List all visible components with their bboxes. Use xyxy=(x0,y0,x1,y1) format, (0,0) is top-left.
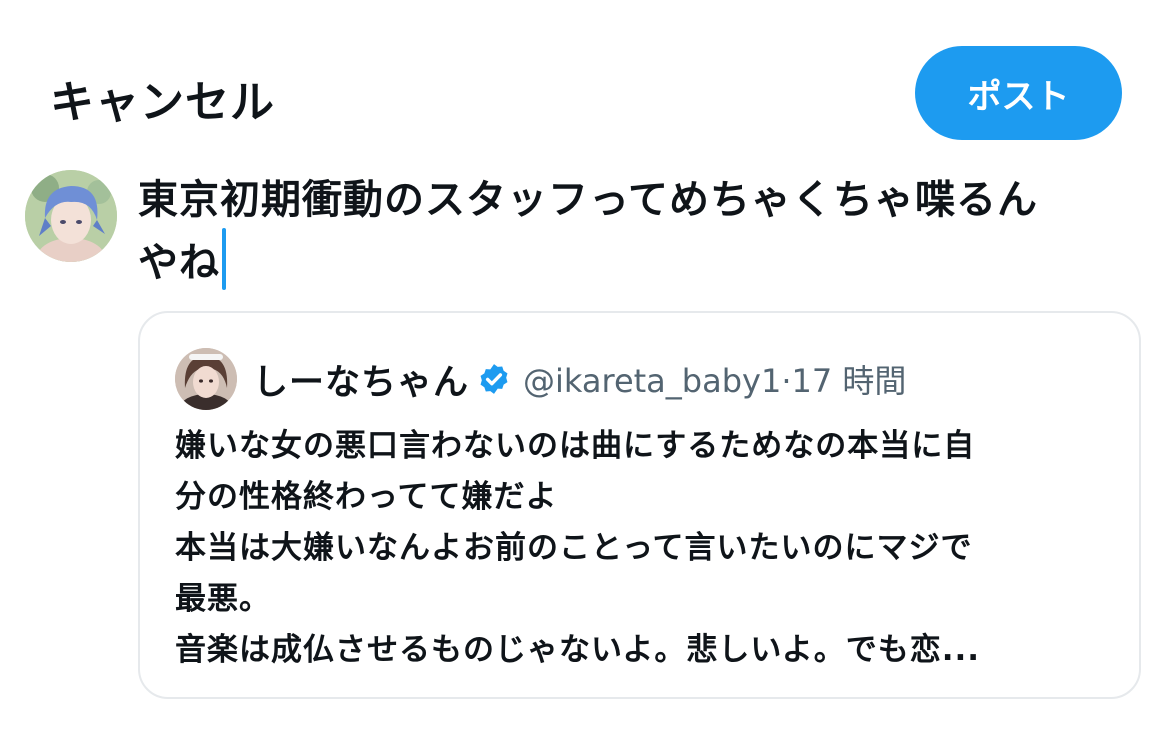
cancel-button[interactable]: キャンセル xyxy=(50,66,275,130)
quoted-body-line: 分の性格終わってて嫌だよ xyxy=(175,479,558,515)
user-avatar xyxy=(25,170,117,262)
quoted-post-header: しーなちゃん @ikareta_baby1·17 時間 xyxy=(175,347,906,411)
quoted-handle: @ikareta_baby1 xyxy=(523,362,782,400)
compose-text-area[interactable]: 東京初期衝動のスタッフってめちゃくちゃ喋るん やね xyxy=(138,172,1138,291)
quoted-body-line: 嫌いな女の悪口言わないのは曲にするためなの本当に自 xyxy=(175,428,976,464)
quoted-handle-time: @ikareta_baby1·17 時間 xyxy=(523,356,906,402)
compose-line: 東京初期衝動のスタッフってめちゃくちゃ喋るん xyxy=(138,177,1038,223)
separator-dot: · xyxy=(781,362,792,400)
quoted-post-card[interactable]: しーなちゃん @ikareta_baby1·17 時間 嫌いな女の悪口言わないの… xyxy=(138,311,1141,699)
post-button[interactable]: ポスト xyxy=(915,46,1122,140)
quoted-timestamp: 17 時間 xyxy=(791,362,907,400)
quoted-display-name: しーなちゃん xyxy=(253,362,470,403)
quoted-user-avatar xyxy=(175,348,237,410)
quoted-body-line: 本当は大嫌いなんよお前のことって言いたいのにマジで xyxy=(175,530,973,566)
verified-badge-icon xyxy=(480,364,508,394)
quoted-body-line: 最悪。 xyxy=(175,581,271,617)
text-caret xyxy=(222,228,226,290)
quoted-body-line: 音楽は成仏させるものじゃないよ。悲しいよ。でも恋... xyxy=(175,632,981,668)
quoted-post-body: 嫌いな女の悪口言わないのは曲にするためなの本当に自 分の性格終わってて嫌だよ 本… xyxy=(175,421,1105,676)
compose-line: やね xyxy=(138,240,220,286)
